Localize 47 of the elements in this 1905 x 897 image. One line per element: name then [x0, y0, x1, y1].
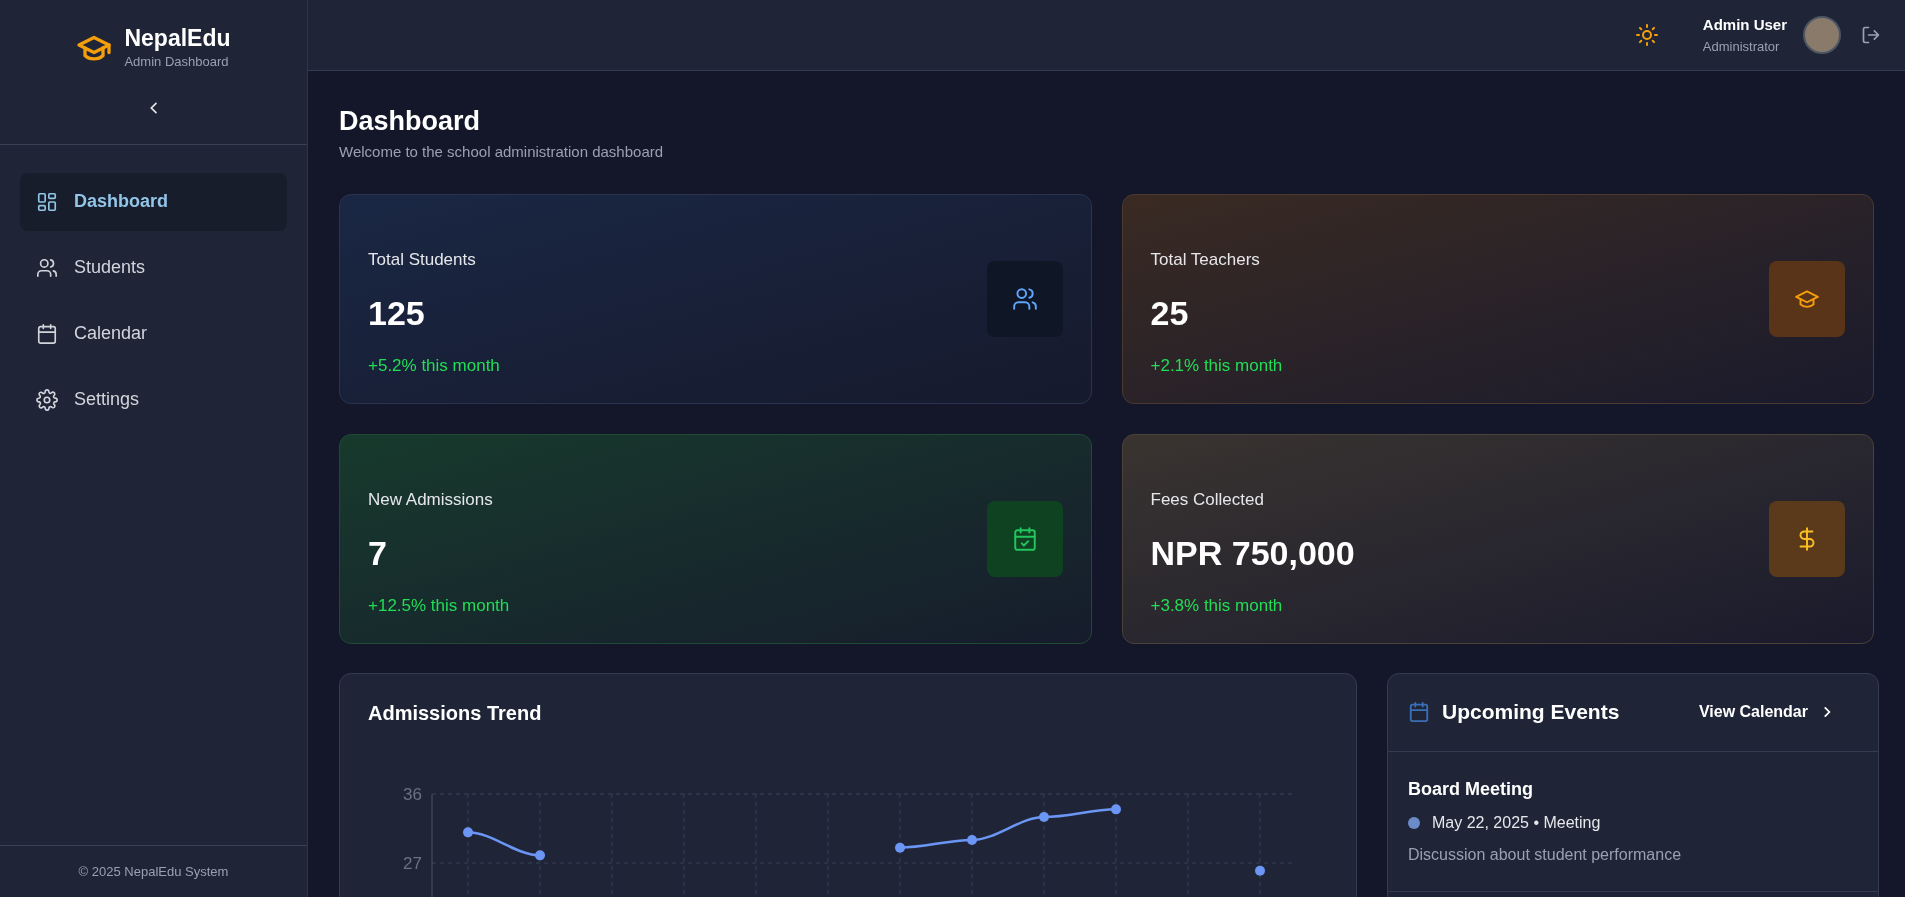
data-point — [535, 849, 545, 860]
data-point — [1255, 865, 1265, 876]
event-title: Board Meeting — [1408, 777, 1534, 801]
stat-label: Total Teachers — [1150, 249, 1261, 271]
data-point — [895, 842, 905, 853]
brand-subtitle: Admin Dashboard — [124, 53, 230, 71]
brand-name: NepalEdu — [124, 24, 231, 52]
data-point — [1111, 803, 1121, 814]
copyright-text: © 2025 NepalEdu System — [78, 862, 229, 881]
stat-value: NPR 750,000 — [1150, 532, 1355, 573]
calendar-icon — [36, 322, 58, 345]
sidebar-item[interactable]: Settings — [20, 370, 287, 429]
event-description: Discussion about student performance — [1408, 844, 1683, 865]
avatar[interactable] — [1803, 16, 1841, 54]
logout-icon — [1861, 25, 1881, 45]
dashboard-icon — [36, 190, 58, 213]
user-role: Administrator — [1702, 37, 1781, 56]
stat-label: Fees Collected — [1150, 489, 1265, 511]
data-point — [1039, 811, 1049, 822]
stat-label: New Admissions — [368, 489, 494, 511]
events-title: Upcoming Events — [1442, 699, 1620, 726]
stat-value: 125 — [368, 292, 426, 333]
chart-title: Admissions Trend — [368, 700, 543, 726]
sidebar-item[interactable]: Calendar — [20, 304, 287, 363]
page-title: Dashboard — [339, 105, 482, 137]
stat-label: Total Students — [368, 249, 477, 271]
stat-change: +3.8% this month — [1150, 594, 1284, 617]
users-icon — [36, 256, 58, 279]
y-tick-label: 36 — [403, 784, 422, 804]
page-subtitle: Welcome to the school administration dashboard — [339, 142, 665, 162]
user-name: Admin User — [1702, 15, 1787, 35]
stat-value: 25 — [1150, 292, 1190, 333]
event-meta: May 22, 2025 • Meeting — [1432, 812, 1601, 833]
view-calendar-link[interactable]: View Calendar — [1698, 700, 1858, 724]
stat-change: +12.5% this month — [368, 594, 510, 617]
calendar-icon — [1408, 701, 1430, 723]
settings-icon — [36, 388, 58, 411]
data-point — [463, 826, 473, 837]
sidebar-item[interactable]: Students — [20, 238, 287, 297]
stat-change: +5.2% this month — [368, 354, 500, 377]
sidebar-item[interactable]: Dashboard — [20, 172, 287, 231]
stat-value: 7 — [368, 532, 388, 573]
stat-change: +2.1% this month — [1150, 354, 1283, 377]
data-point — [967, 834, 977, 845]
event-item[interactable]: Board Meeting May 22, 2025 • Meeting Discussion about student performance — [1388, 751, 1878, 892]
sun-icon — [1634, 23, 1659, 47]
y-tick-label: 27 — [403, 853, 422, 873]
